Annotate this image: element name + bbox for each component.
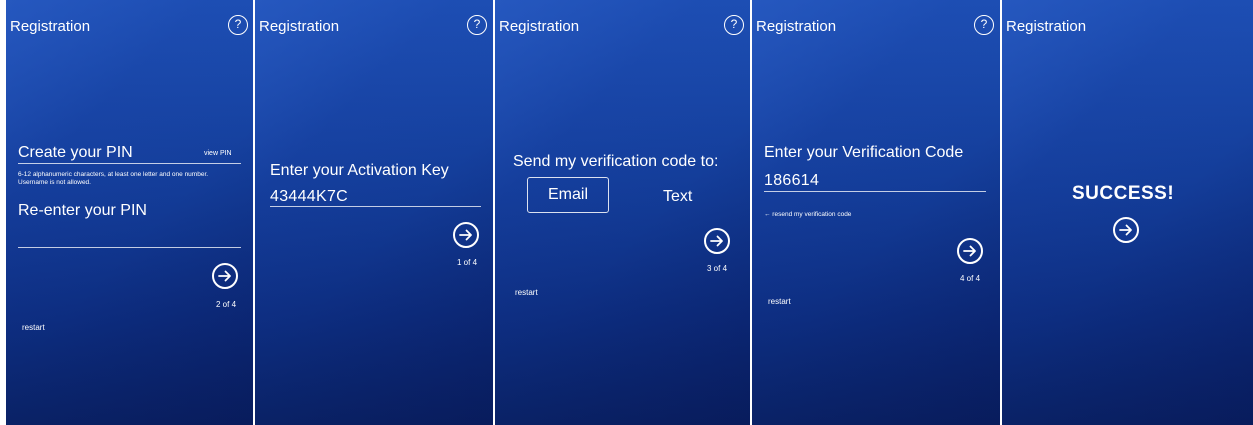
- resend-code-link[interactable]: ← resend my verification code: [764, 211, 851, 219]
- screen-activation-key: Registration ? Enter your Activation Key…: [255, 0, 493, 425]
- reenter-pin-label: Re-enter your PIN: [18, 202, 147, 219]
- success-message: SUCCESS!: [1072, 183, 1175, 204]
- activation-key-underline: [270, 206, 481, 207]
- screen-title: Registration: [756, 18, 837, 35]
- screen-success: Registration SUCCESS!: [1002, 0, 1253, 425]
- step-indicator: 4 of 4: [960, 274, 981, 283]
- restart-link[interactable]: restart: [768, 297, 791, 306]
- create-pin-label: Create your PIN: [18, 144, 133, 161]
- screen-title: Registration: [1006, 18, 1087, 35]
- view-pin-link[interactable]: view PIN: [204, 150, 232, 158]
- help-icon[interactable]: ?: [467, 15, 487, 35]
- step-indicator: 2 of 4: [216, 300, 237, 309]
- help-icon[interactable]: ?: [724, 15, 744, 35]
- restart-link[interactable]: restart: [22, 323, 45, 332]
- screen-verification-method: Registration ? Send my verification code…: [495, 0, 750, 425]
- email-option-button[interactable]: Email: [527, 177, 609, 213]
- reenter-pin-field[interactable]: [18, 247, 241, 248]
- text-option-button[interactable]: Text: [663, 188, 692, 206]
- screen-create-pin: Registration ? Create your PIN view PIN …: [6, 0, 253, 425]
- verification-code-label: Enter your Verification Code: [764, 144, 964, 161]
- next-arrow-icon[interactable]: [453, 222, 479, 248]
- next-arrow-icon[interactable]: [1113, 217, 1139, 243]
- restart-link[interactable]: restart: [515, 288, 538, 297]
- screen-title: Registration: [499, 18, 580, 35]
- pin-hint: 6-12 alphanumeric characters, at least o…: [18, 171, 209, 186]
- help-icon[interactable]: ?: [974, 15, 994, 35]
- send-code-label: Send my verification code to:: [513, 153, 719, 170]
- screen-verification-code: Registration ? Enter your Verification C…: [752, 0, 1000, 425]
- step-indicator: 1 of 4: [457, 258, 478, 267]
- help-icon[interactable]: ?: [228, 15, 248, 35]
- next-arrow-icon[interactable]: [212, 263, 238, 289]
- step-indicator: 3 of 4: [707, 264, 728, 273]
- screen-title: Registration: [259, 18, 340, 35]
- verification-code-input[interactable]: 186614: [764, 172, 819, 190]
- next-arrow-icon[interactable]: [704, 228, 730, 254]
- activation-key-label: Enter your Activation Key: [270, 162, 449, 179]
- verification-code-underline: [764, 191, 986, 192]
- activation-key-input[interactable]: 43444K7C: [270, 188, 348, 206]
- pin-field[interactable]: [18, 163, 241, 164]
- screen-title: Registration: [10, 18, 91, 35]
- next-arrow-icon[interactable]: [957, 238, 983, 264]
